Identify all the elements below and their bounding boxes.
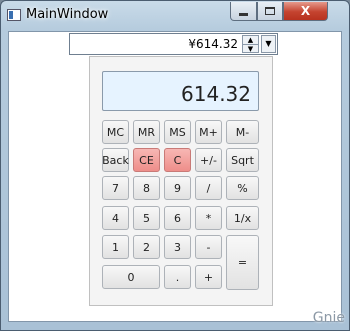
main-window: MainWindow X ¥614.32 ▲ ▼ ▼ 614.32 MC MR … (0, 0, 350, 331)
digit-0-button[interactable]: 0 (102, 265, 160, 289)
digit-6-button[interactable]: 6 (164, 206, 191, 230)
digit-5-button[interactable]: 5 (133, 206, 160, 230)
window-title: MainWindow (26, 7, 109, 22)
add-button[interactable]: + (195, 265, 222, 289)
digit-3-button[interactable]: 3 (164, 235, 191, 259)
digit-2-button[interactable]: 2 (133, 235, 160, 259)
spin-down-icon[interactable]: ▼ (243, 45, 258, 53)
memory-add-button[interactable]: M+ (195, 120, 222, 144)
memory-clear-button[interactable]: MC (102, 120, 129, 144)
negate-button[interactable]: +/- (195, 148, 222, 172)
close-icon: X (300, 4, 311, 18)
digit-7-button[interactable]: 7 (102, 176, 129, 200)
maximize-icon (265, 7, 275, 15)
decimal-button[interactable]: . (164, 265, 191, 289)
currency-dropdown[interactable]: ¥614.32 ▲ ▼ ▼ (69, 33, 278, 55)
subtract-button[interactable]: - (195, 235, 222, 259)
spin-up-icon[interactable]: ▲ (243, 36, 258, 45)
value-spinner[interactable]: ▲ ▼ (242, 35, 259, 53)
backspace-button[interactable]: Back (102, 148, 129, 172)
title-bar[interactable]: MainWindow X (1, 1, 349, 31)
digit-8-button[interactable]: 8 (133, 176, 160, 200)
close-button[interactable]: X (283, 2, 328, 21)
reciprocal-button[interactable]: 1/x (226, 206, 259, 230)
currency-value: ¥614.32 (188, 37, 238, 51)
watermark: Gnie (312, 310, 345, 326)
window-client-area: ¥614.32 ▲ ▼ ▼ 614.32 MC MR MS M+ M- Back… (8, 31, 342, 322)
memory-subtract-button[interactable]: M- (226, 120, 259, 144)
square-root-button[interactable]: Sqrt (226, 148, 259, 172)
clear-entry-button[interactable]: CE (133, 148, 160, 172)
memory-recall-button[interactable]: MR (133, 120, 160, 144)
clear-button[interactable]: C (164, 148, 191, 172)
equals-button[interactable]: = (226, 235, 259, 290)
maximize-button[interactable] (257, 2, 283, 21)
display-value: 614.32 (181, 82, 251, 106)
dropdown-arrow-icon[interactable]: ▼ (261, 35, 276, 53)
digit-1-button[interactable]: 1 (102, 235, 129, 259)
window-icon[interactable] (7, 9, 21, 21)
digit-4-button[interactable]: 4 (102, 206, 129, 230)
minimize-button[interactable] (230, 2, 257, 21)
calculator-panel: 614.32 MC MR MS M+ M- Back CE C +/- Sqrt… (89, 56, 273, 306)
minimize-icon (239, 12, 248, 16)
calculator-display: 614.32 (102, 71, 259, 111)
percent-button[interactable]: % (226, 176, 259, 200)
divide-button[interactable]: / (195, 176, 222, 200)
digit-9-button[interactable]: 9 (164, 176, 191, 200)
multiply-button[interactable]: * (195, 206, 222, 230)
memory-store-button[interactable]: MS (164, 120, 191, 144)
